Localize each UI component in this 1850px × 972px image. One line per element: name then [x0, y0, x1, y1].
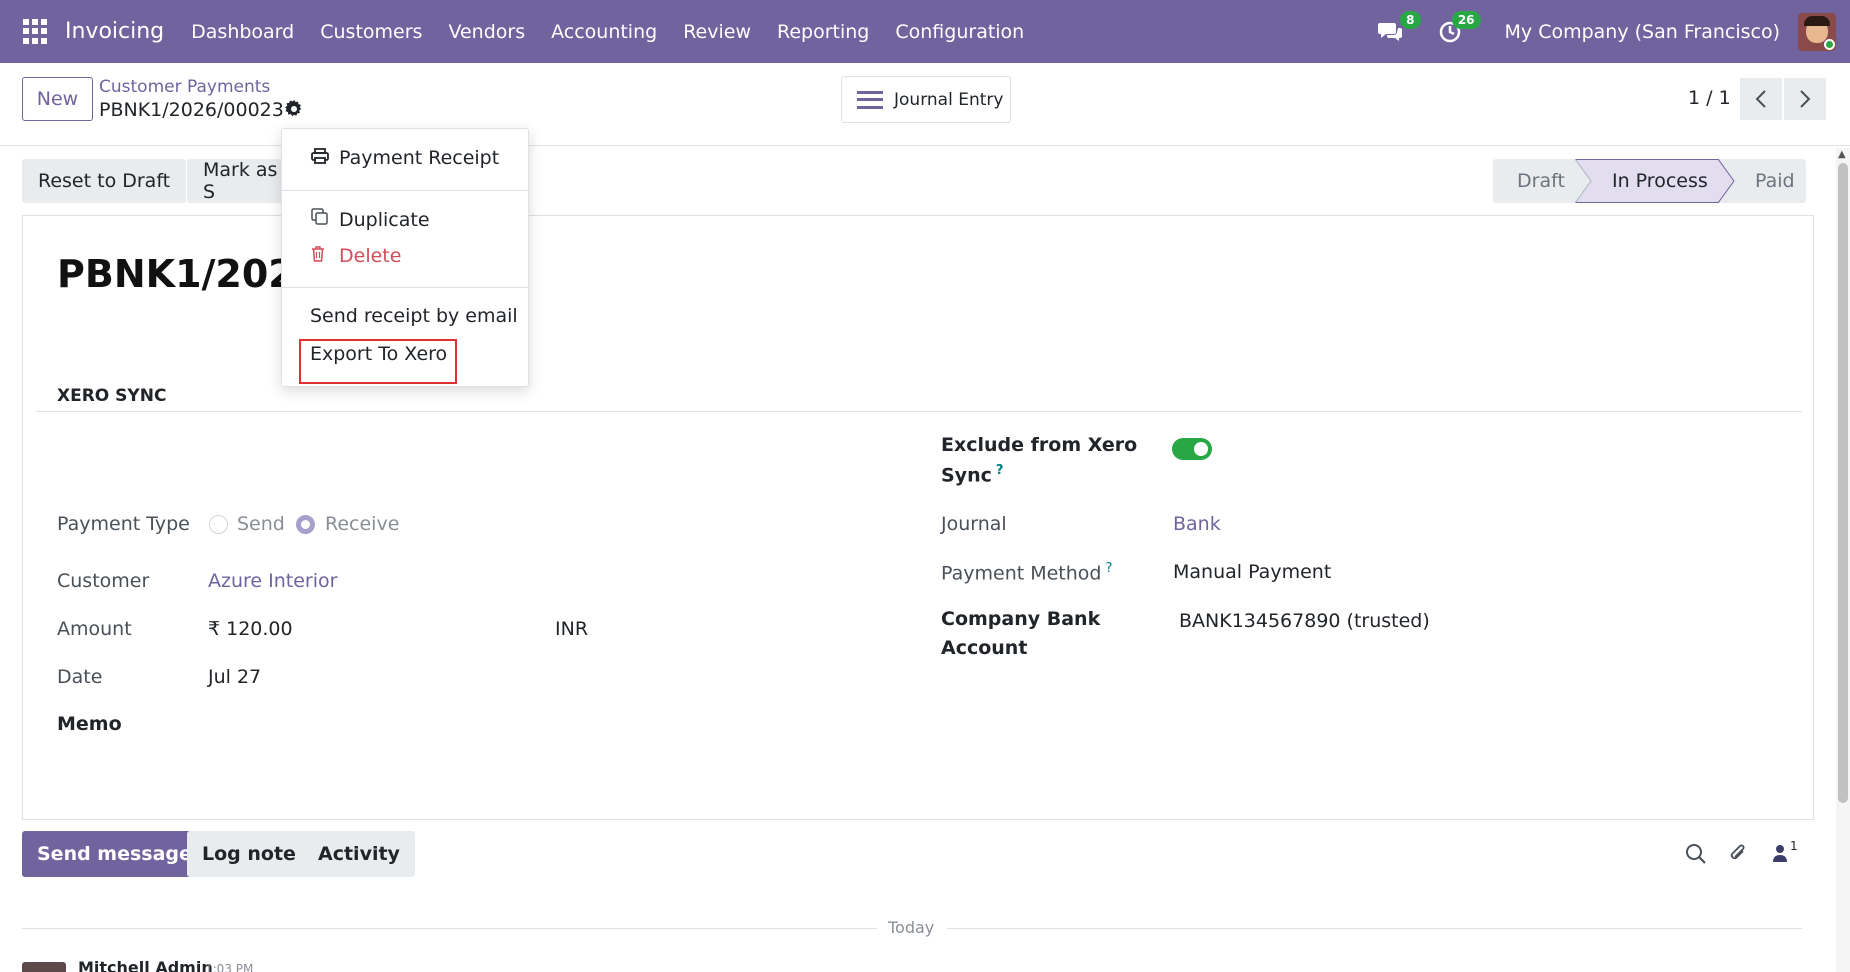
company-bank-value[interactable]: BANK134567890 (trusted): [1179, 610, 1430, 632]
payment-type-label: Payment Type: [57, 513, 190, 535]
menu-item-delete[interactable]: Delete: [311, 245, 401, 267]
message-author[interactable]: Mitchell Admin: [78, 958, 213, 972]
app-name[interactable]: Invoicing: [65, 19, 164, 44]
journal-value[interactable]: Bank: [1173, 513, 1221, 535]
help-icon[interactable]: ?: [1105, 561, 1112, 576]
radio-send-label[interactable]: Send: [237, 513, 285, 535]
gear-icon[interactable]: [285, 100, 303, 123]
message-time: 1:03 PM: [205, 962, 254, 972]
message-author-avatar[interactable]: [22, 962, 66, 972]
control-panel: New Customer Payments PBNK1/2026/00023 J…: [0, 63, 1850, 146]
activities-count-badge: 26: [1451, 10, 1481, 29]
messages-count-badge: 8: [1400, 10, 1421, 29]
customer-value[interactable]: Azure Interior: [208, 570, 337, 592]
currency-value[interactable]: INR: [555, 618, 588, 640]
customer-label: Customer: [57, 570, 150, 592]
today-separator-label: Today: [888, 918, 935, 937]
menu-dashboard[interactable]: Dashboard: [191, 21, 294, 43]
scrollbar-thumb[interactable]: [1838, 163, 1848, 803]
pager-value[interactable]: 1 / 1: [1688, 87, 1731, 109]
printer-icon: [311, 147, 333, 169]
stage-draft[interactable]: Draft: [1493, 159, 1575, 203]
new-button[interactable]: New: [22, 77, 93, 121]
followers-icon[interactable]: 1: [1772, 839, 1798, 868]
amount-label: Amount: [57, 618, 132, 640]
journal-entry-button[interactable]: Journal Entry: [841, 76, 1011, 123]
log-note-button[interactable]: Log note: [187, 831, 311, 877]
today-divider-left: [22, 928, 877, 929]
help-icon[interactable]: ?: [996, 463, 1004, 478]
menu-review[interactable]: Review: [683, 21, 751, 43]
menu-item-send-receipt[interactable]: Send receipt by email: [310, 305, 518, 327]
exclude-xero-label-line1: Exclude from Xero: [941, 434, 1138, 456]
menu-item-duplicate[interactable]: Duplicate: [311, 208, 430, 231]
section-divider: [36, 411, 1802, 412]
pager-next-button[interactable]: [1784, 78, 1826, 120]
journal-entry-label: Journal Entry: [894, 89, 1004, 110]
menu-customers[interactable]: Customers: [320, 21, 422, 43]
menu-configuration[interactable]: Configuration: [895, 21, 1024, 43]
breadcrumb-parent-link[interactable]: Customer Payments: [99, 77, 270, 97]
breadcrumb-current: PBNK1/2026/00023: [99, 99, 284, 121]
top-navbar: Invoicing Dashboard Customers Vendors Ac…: [0, 0, 1850, 63]
radio-receive-label[interactable]: Receive: [325, 513, 399, 535]
status-stages: Draft In Process Paid: [1493, 159, 1806, 203]
reset-to-draft-button[interactable]: Reset to Draft: [22, 159, 187, 203]
stage-arrow-draft: [1575, 159, 1592, 203]
scroll-up-arrow-icon[interactable]: ▲: [1838, 149, 1846, 160]
action-dropdown-menu: Payment Receipt Duplicate Delete Send re…: [281, 128, 529, 387]
send-message-button[interactable]: Send message: [22, 831, 207, 877]
company-bank-label-line1: Company Bank: [941, 608, 1101, 630]
menu-reporting[interactable]: Reporting: [777, 21, 869, 43]
export-xero-highlight-box: [299, 339, 457, 384]
attachment-icon[interactable]: [1727, 843, 1749, 870]
pager-previous-button[interactable]: [1740, 78, 1782, 120]
amount-value[interactable]: ₹ 120.00: [208, 618, 293, 640]
user-avatar[interactable]: [1798, 12, 1836, 51]
section-title-xero-sync: XERO SYNC: [57, 386, 167, 406]
exclude-xero-toggle[interactable]: [1172, 438, 1212, 460]
search-icon[interactable]: [1685, 843, 1707, 870]
menu-item-payment-receipt[interactable]: Payment Receipt: [311, 147, 499, 169]
stage-arrow-in-process: [1718, 159, 1735, 203]
today-divider-right: [947, 928, 1802, 929]
followers-count: 1: [1790, 839, 1798, 853]
activities-clock-icon[interactable]: 26: [1435, 10, 1481, 47]
activity-button[interactable]: Activity: [303, 831, 415, 877]
duplicate-icon: [311, 208, 333, 231]
trash-icon: [311, 245, 333, 267]
radio-receive[interactable]: [296, 515, 315, 534]
company-bank-label-line2: Account: [941, 637, 1028, 659]
date-label: Date: [57, 666, 103, 688]
exclude-xero-label-line2: Sync?: [941, 463, 1004, 487]
payment-method-value[interactable]: Manual Payment: [1173, 561, 1331, 583]
messages-icon[interactable]: 8: [1375, 10, 1421, 47]
menu-accounting[interactable]: Accounting: [551, 21, 657, 43]
journal-label: Journal: [941, 513, 1007, 535]
journal-entry-icon: [857, 90, 883, 109]
menu-vendors[interactable]: Vendors: [448, 21, 525, 43]
date-value[interactable]: Jul 27: [208, 666, 261, 688]
memo-label: Memo: [57, 713, 122, 735]
apps-menu-icon[interactable]: [23, 18, 49, 45]
company-switcher[interactable]: My Company (San Francisco): [1505, 21, 1780, 43]
payment-method-label: Payment Method?: [941, 561, 1113, 585]
radio-send[interactable]: [209, 515, 228, 534]
